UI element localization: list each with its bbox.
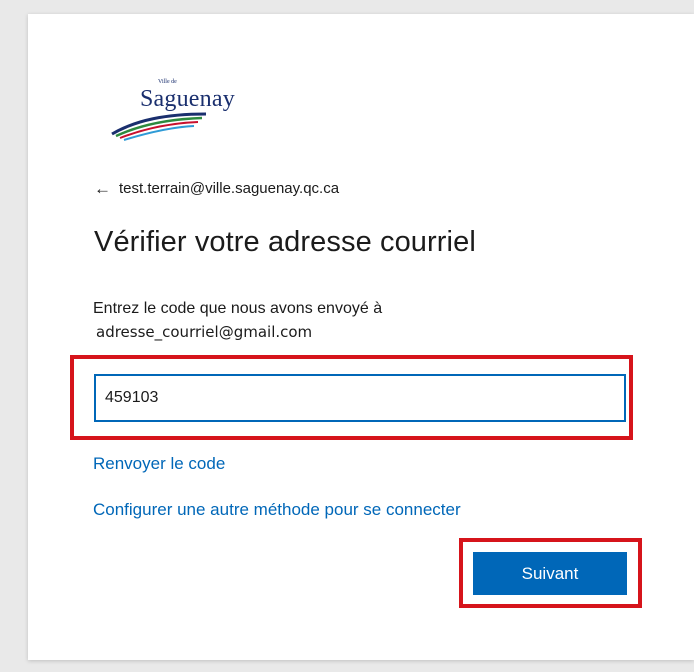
resend-code-link[interactable]: Renvoyer le code: [93, 454, 225, 474]
instructions-email: adresse_courriel@gmail.com: [96, 321, 452, 343]
verification-code-input[interactable]: [94, 374, 626, 422]
back-arrow-icon[interactable]: ←: [94, 180, 111, 197]
logo-small-text: Ville de: [158, 79, 177, 85]
page-title: Vérifier votre adresse courriel: [94, 226, 476, 258]
next-button[interactable]: Suivant: [473, 552, 627, 595]
logo-word: Saguenay: [140, 86, 235, 112]
instructions-text: Entrez le code que nous avons envoyé à: [93, 300, 383, 317]
other-method-link[interactable]: Configurer une autre méthode pour se con…: [93, 500, 461, 520]
saguenay-logo: Ville de Saguenay: [106, 74, 266, 144]
account-email: test.terrain@ville.saguenay.qc.ca: [119, 180, 340, 197]
back-to-account[interactable]: ← test.terrain@ville.saguenay.qc.ca: [94, 180, 339, 197]
sign-in-card: Ville de Saguenay ← test.terrain@ville.s…: [28, 14, 694, 660]
